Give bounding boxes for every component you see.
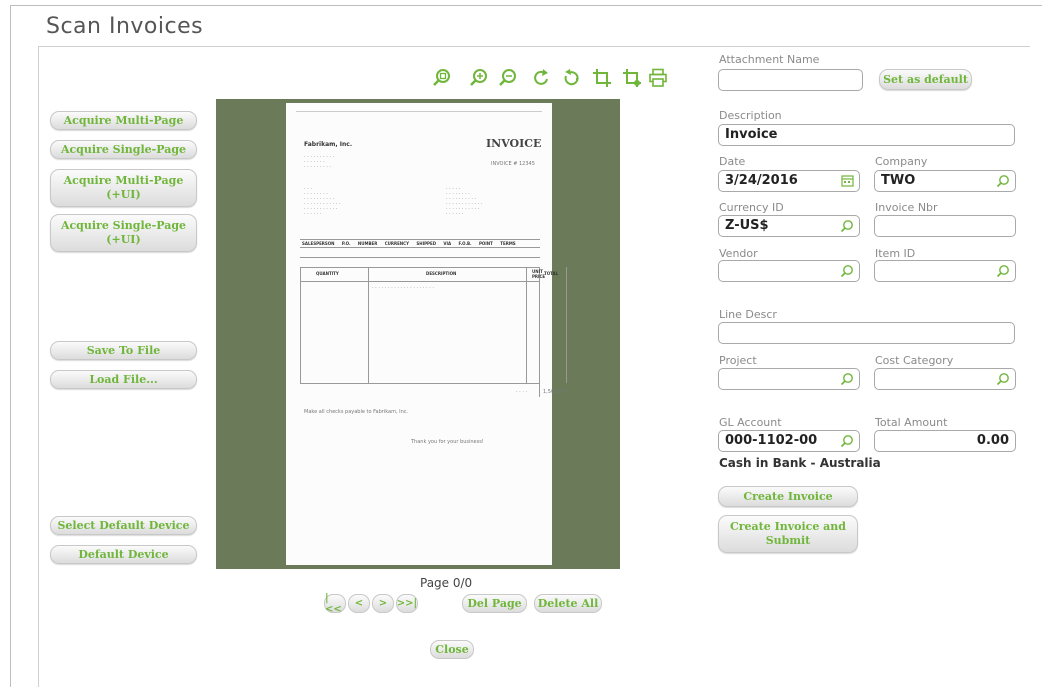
load-file-button[interactable]: Load File... (50, 370, 197, 389)
description-input[interactable]: Invoice (718, 124, 1015, 146)
invoice-thanks: Thank you for your business! (411, 439, 484, 445)
invoice-col-description: DESCRIPTION (426, 271, 457, 276)
zoom-in-icon[interactable] (469, 68, 489, 88)
search-icon[interactable] (840, 219, 854, 233)
last-page-button[interactable]: >>| (396, 594, 418, 613)
invoice-col-total: TOTAL (544, 271, 559, 276)
acquire-multi-page-button[interactable]: Acquire Multi-Page (50, 111, 197, 130)
invoice-bill-to: · · · · · · · · · · · · · · · · · · · · · ·… (304, 186, 341, 217)
invoice-total-label: · · · · (516, 389, 528, 395)
print-icon[interactable] (648, 68, 668, 88)
attachment-name-input[interactable] (718, 69, 863, 91)
line-descr-label: Line Descr (719, 308, 777, 321)
invoice-address-block: · · · · · · · · · · · · · · · · · · · · · … (304, 154, 335, 170)
crop-icon[interactable] (592, 68, 612, 88)
invoice-ship-to: · · · · · · · · · · · · · · · · · · · · · … (446, 186, 483, 217)
acquire-multi-page-ui-button[interactable]: Acquire Multi-Page (+UI) (50, 169, 197, 207)
page-title: Scan Invoices (46, 14, 204, 39)
date-input[interactable]: 3/24/2016 (718, 170, 860, 192)
invoice-total-value: 1,500.00 (543, 389, 566, 395)
line-descr-input[interactable] (718, 322, 1015, 344)
gl-account-label: GL Account (719, 416, 782, 429)
company-label: Company (875, 155, 928, 168)
date-label: Date (719, 155, 746, 168)
search-icon[interactable] (840, 372, 854, 386)
set-as-default-button[interactable]: Set as default (879, 69, 972, 90)
create-invoice-button[interactable]: Create Invoice (718, 486, 858, 507)
first-page-button[interactable]: |<< (324, 593, 346, 615)
next-page-button[interactable]: > (372, 594, 394, 613)
invoice-col-quantity: QUANTITY (316, 271, 339, 276)
invoice-footer-note: Make all checks payable to Fabrikam, Inc… (304, 409, 409, 415)
close-button[interactable]: Close (430, 640, 474, 659)
invoice-table1-header: SALESPERSON P.O. NUMBER CURRENCY SHIPPED… (302, 241, 516, 246)
search-icon[interactable] (996, 372, 1010, 386)
project-label: Project (719, 354, 757, 367)
scanned-invoice-page: Fabrikam, Inc. INVOICE INVOICE # 12345 ·… (286, 103, 567, 565)
zoom-fit-icon[interactable] (432, 68, 452, 88)
document-viewer[interactable]: Fabrikam, Inc. INVOICE INVOICE # 12345 ·… (216, 99, 620, 569)
acquire-single-page-button[interactable]: Acquire Single-Page (50, 140, 197, 159)
item-id-label: Item ID (875, 247, 916, 260)
company-input[interactable]: TWO (874, 170, 1016, 192)
gl-account-input[interactable]: 000-1102-00 (718, 430, 860, 452)
search-icon[interactable] (840, 434, 854, 448)
gl-account-description: Cash in Bank - Australia (719, 456, 881, 470)
rotate-ccw-icon[interactable] (561, 68, 581, 88)
total-amount-label: Total Amount (875, 416, 948, 429)
cost-category-label: Cost Category (875, 354, 954, 367)
del-page-button[interactable]: Del Page (462, 594, 527, 613)
delete-all-button[interactable]: Delete All (534, 594, 602, 613)
rotate-cw-icon[interactable] (532, 68, 552, 88)
invoice-nbr-label: Invoice Nbr (875, 201, 938, 214)
vendor-input[interactable] (718, 260, 860, 282)
create-invoice-and-submit-button[interactable]: Create Invoice and Submit (718, 515, 858, 553)
page-indicator: Page 0/0 (420, 576, 473, 590)
project-input[interactable] (718, 368, 860, 390)
invoice-nbr-input[interactable] (874, 215, 1016, 237)
save-to-file-button[interactable]: Save To File (50, 341, 197, 360)
search-icon[interactable] (996, 174, 1010, 188)
default-device-button[interactable]: Default Device (50, 545, 197, 564)
currency-id-input[interactable]: Z-US$ (718, 215, 860, 237)
calendar-icon[interactable] (841, 174, 854, 187)
description-label: Description (719, 109, 782, 122)
item-id-input[interactable] (874, 260, 1016, 282)
total-amount-input[interactable]: 0.00 (874, 430, 1016, 452)
search-icon[interactable] (840, 264, 854, 278)
currency-id-label: Currency ID (719, 201, 784, 214)
invoice-line-item: · · · · · · · · · · · · · · · · · · · · (372, 285, 434, 291)
prev-page-button[interactable]: < (348, 594, 370, 613)
search-icon[interactable] (996, 264, 1010, 278)
cost-category-input[interactable] (874, 368, 1016, 390)
crop-apply-icon[interactable] (622, 68, 642, 88)
invoice-company-name: Fabrikam, Inc. (304, 141, 353, 148)
zoom-out-icon[interactable] (498, 68, 518, 88)
vendor-label: Vendor (719, 247, 758, 260)
invoice-meta: INVOICE # 12345 (491, 161, 535, 167)
attachment-name-label: Attachment Name (719, 53, 820, 66)
invoice-heading: INVOICE (486, 137, 542, 150)
acquire-single-page-ui-button[interactable]: Acquire Single-Page (+UI) (50, 214, 197, 252)
select-default-device-button[interactable]: Select Default Device (50, 516, 197, 535)
